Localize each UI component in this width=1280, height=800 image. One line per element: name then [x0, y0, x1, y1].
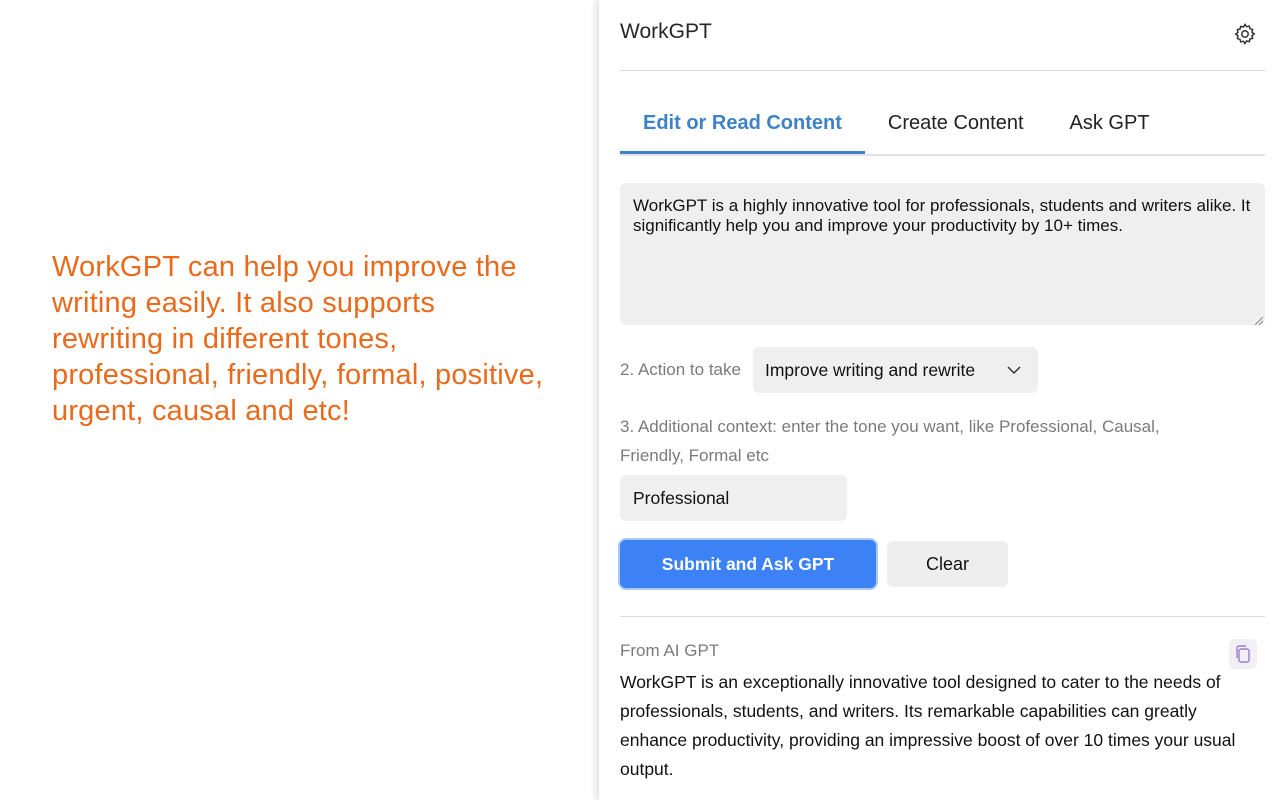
promo-text: WorkGPT can help you improve the writing… [52, 251, 544, 427]
submit-button[interactable]: Submit and Ask GPT [620, 540, 876, 588]
result-label: From AI GPT [620, 641, 720, 660]
side-panel: WorkGPT Edit or Read Content Create Cont… [598, 0, 1280, 800]
panel-inner: WorkGPT Edit or Read Content Create Cont… [620, 0, 1265, 779]
resize-handle-icon[interactable] [1254, 313, 1264, 326]
tone-input-value: Professional [633, 487, 730, 508]
action-select[interactable]: Improve writing and rewrite [752, 347, 1038, 393]
divider [620, 616, 1265, 617]
action-select-value: Improve writing and rewrite [764, 359, 976, 380]
content-textarea[interactable]: WorkGPT is a highly innovative tool for … [620, 183, 1265, 325]
copy-icon[interactable] [1229, 639, 1257, 669]
gear-icon[interactable] [1233, 22, 1257, 46]
tone-input[interactable]: Professional [620, 475, 847, 521]
action-row: 2. Action to take Improve writing and re… [620, 347, 1038, 393]
tab-ask-gpt[interactable]: Ask GPT [1047, 100, 1173, 152]
action-label: 2. Action to take [620, 360, 741, 379]
panel-header: WorkGPT [620, 0, 1265, 71]
clear-button[interactable]: Clear [887, 541, 1008, 587]
tab-bar: Edit or Read Content Create Content Ask … [620, 100, 1265, 156]
panel-title: WorkGPT [620, 20, 712, 43]
result-text: WorkGPT is an exceptionally innovative t… [620, 672, 1236, 779]
tab-edit-or-read-content[interactable]: Edit or Read Content [620, 100, 865, 154]
chevron-down-icon [1007, 366, 1021, 375]
tab-create-content[interactable]: Create Content [865, 100, 1047, 152]
context-label: 3. Additional context: enter the tone yo… [620, 417, 1160, 465]
